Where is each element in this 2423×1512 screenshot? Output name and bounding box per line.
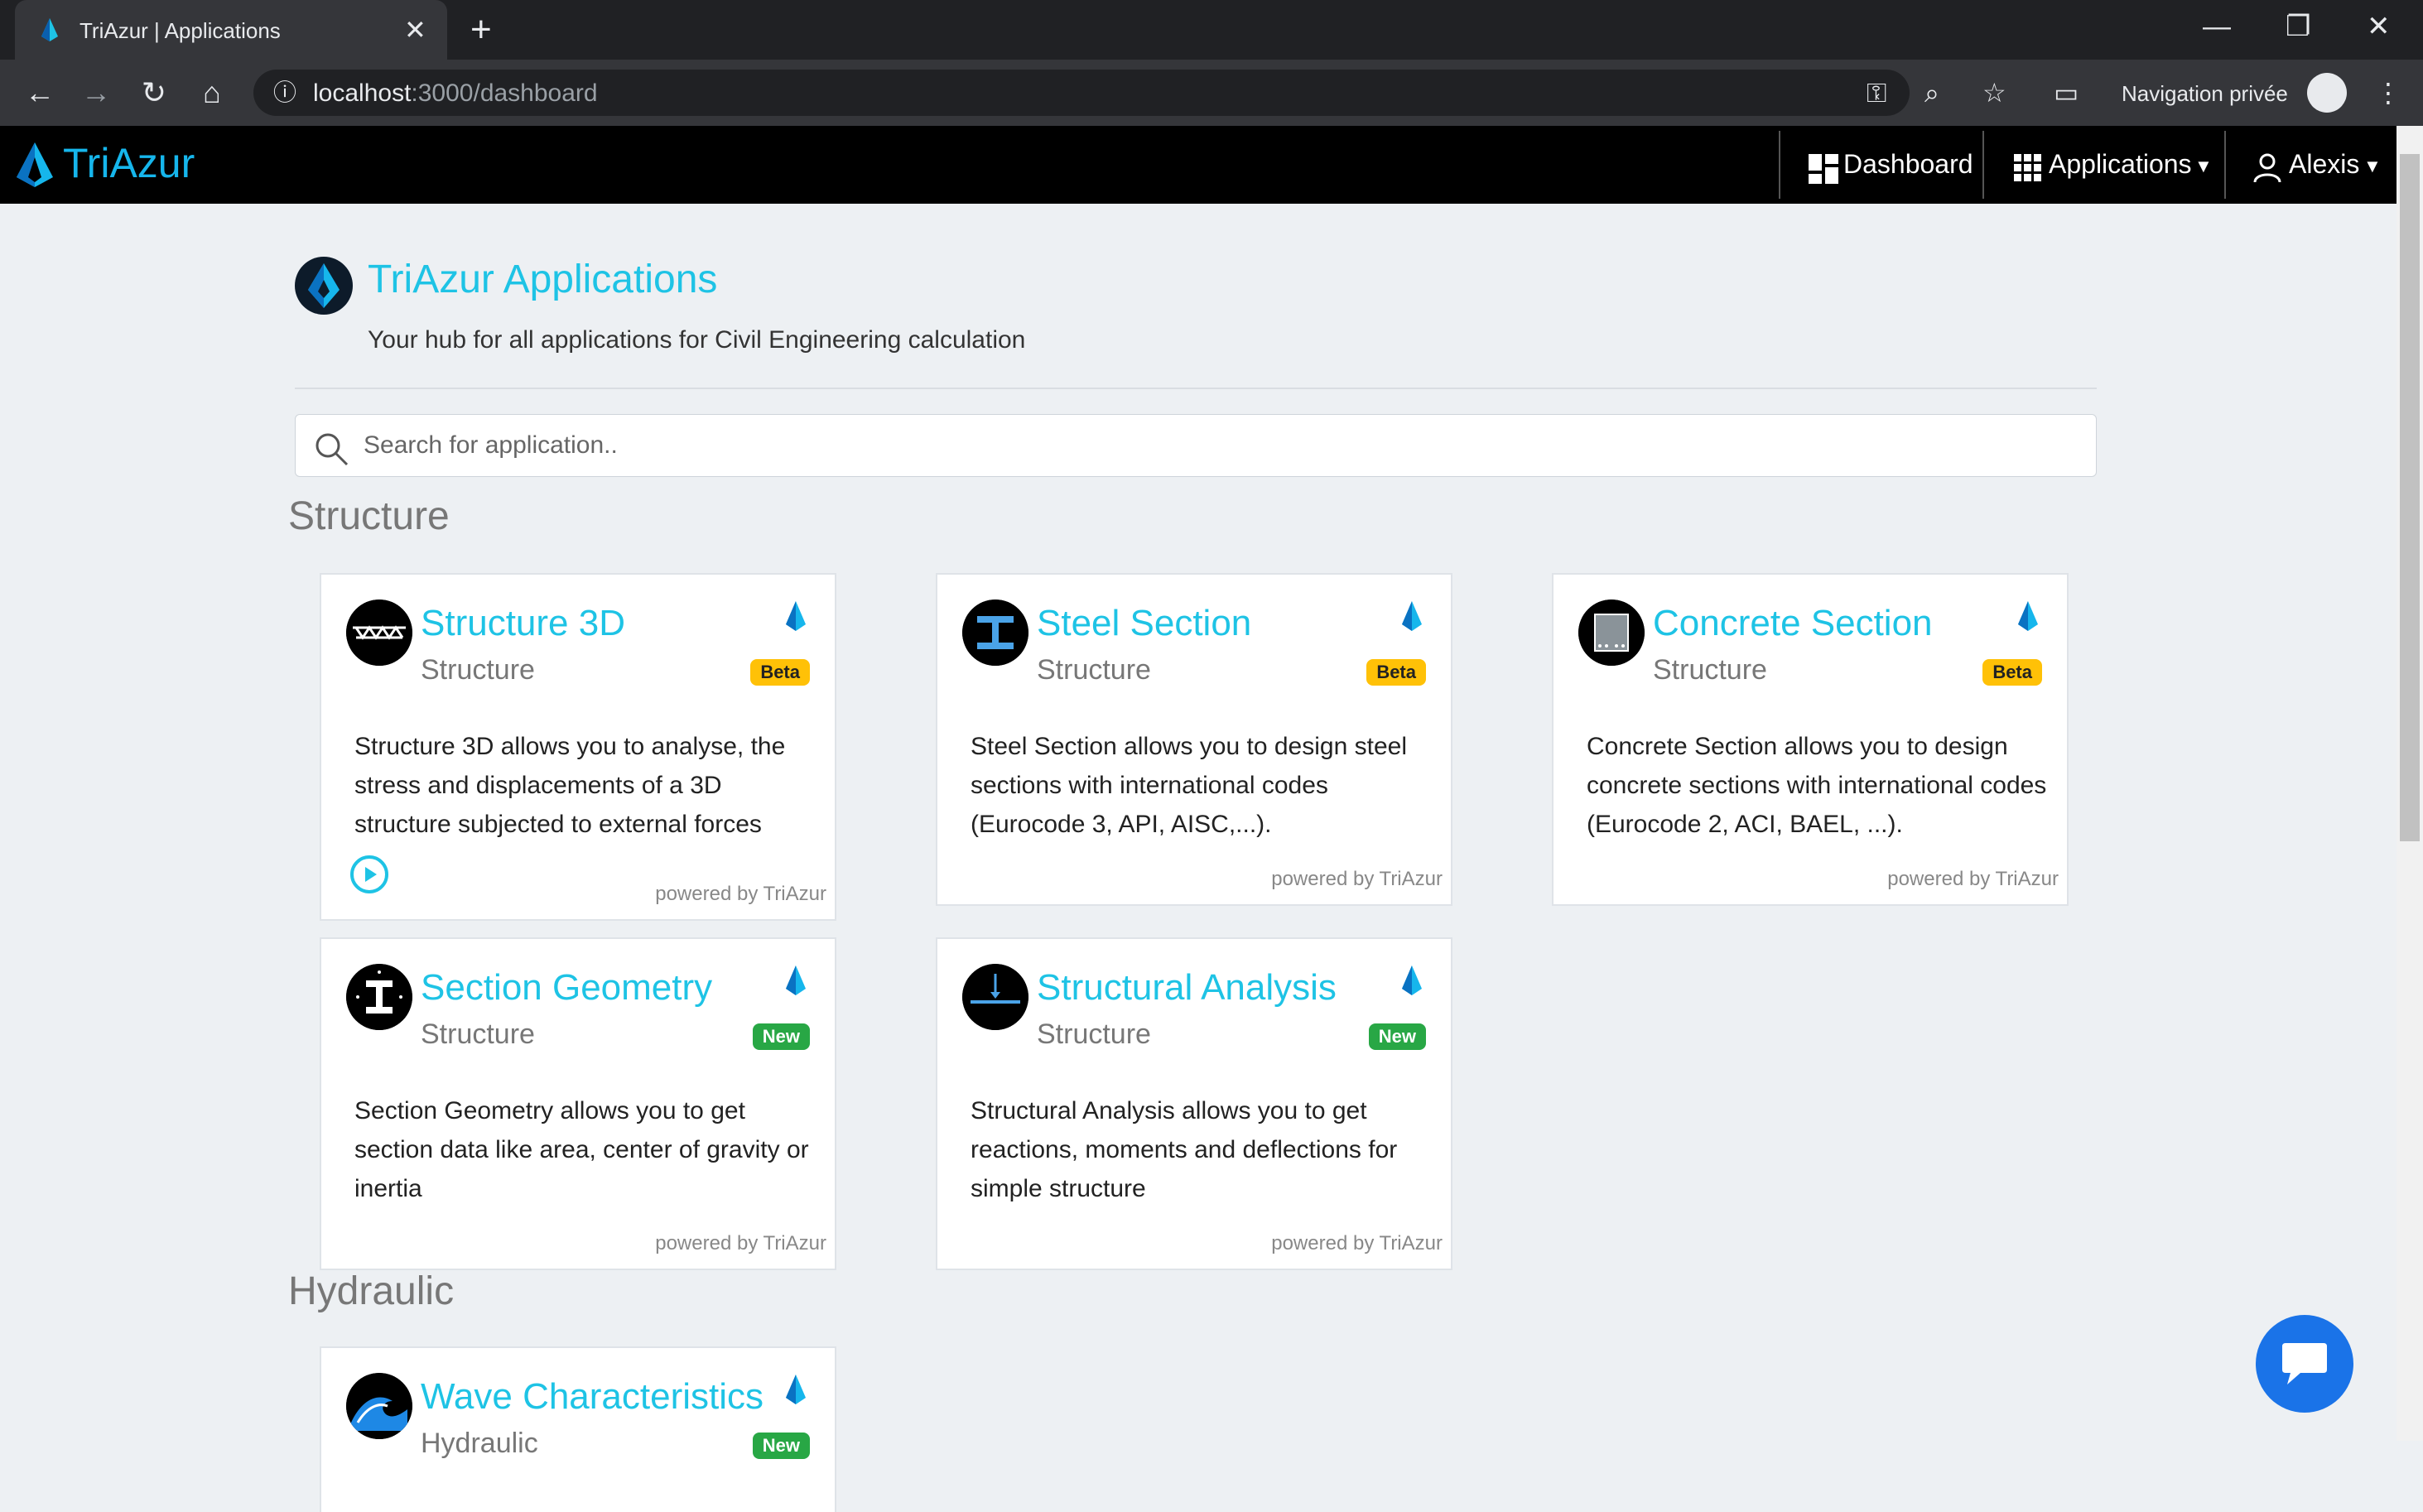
card-category: Structure — [421, 654, 535, 686]
steel-section-icon — [962, 600, 1028, 666]
status-badge: New — [752, 1433, 810, 1459]
apps-grid-icon — [2014, 154, 2041, 181]
section-title-structure: Structure — [288, 494, 450, 538]
menu-dots-icon[interactable]: ⋮ — [2375, 73, 2401, 113]
user-icon — [2253, 153, 2281, 183]
nav-divider — [1779, 131, 1780, 199]
brand-name[interactable]: TriAzur — [63, 139, 195, 187]
tab-title: TriAzur | Applications — [79, 18, 281, 43]
card-powered-by: powered by TriAzur — [655, 883, 826, 905]
incognito-label: Navigation privée — [2122, 81, 2288, 106]
page-title: TriAzur Applications — [368, 258, 718, 301]
card-category: Structure — [1037, 654, 1151, 686]
search-icon — [316, 433, 349, 466]
card-title[interactable]: Structural Analysis — [1037, 967, 1337, 1009]
card-description: Structure 3D allows you to analyse, the … — [354, 733, 786, 838]
card-category: Structure — [1037, 1018, 1151, 1050]
page-subtitle: Your hub for all applications for Civil … — [368, 326, 1026, 354]
reload-icon[interactable]: ↻ — [132, 71, 176, 114]
triazur-mark-icon — [786, 601, 806, 631]
card-title[interactable]: Section Geometry — [421, 967, 712, 1009]
bookmark-star-icon[interactable]: ☆ — [1982, 73, 2006, 113]
card-powered-by: powered by TriAzur — [1271, 1232, 1443, 1254]
card-powered-by: powered by TriAzur — [1887, 868, 2059, 890]
app-card-structural-analysis[interactable]: Structural Analysis Structure New Struct… — [936, 937, 1452, 1270]
card-title[interactable]: Wave Characteristics — [421, 1376, 764, 1418]
cast-icon[interactable]: ▭ — [2054, 73, 2079, 113]
card-title[interactable]: Structure 3D — [421, 603, 625, 644]
restore-icon[interactable]: ❐ — [2286, 8, 2310, 45]
close-window-icon[interactable]: ✕ — [2367, 8, 2391, 45]
back-icon[interactable]: ← — [18, 71, 61, 114]
section-title-hydraulic: Hydraulic — [288, 1269, 455, 1313]
structural-analysis-icon — [962, 964, 1028, 1030]
home-icon[interactable]: ⌂ — [190, 71, 234, 114]
triazur-mark-icon — [2018, 601, 2038, 631]
tab-favicon-icon — [41, 18, 58, 41]
concrete-section-icon — [1578, 600, 1645, 666]
card-title[interactable]: Steel Section — [1037, 603, 1251, 644]
brand-logo-icon — [17, 142, 53, 187]
chevron-down-icon: ▼ — [2363, 156, 2382, 176]
app-card-concrete-section[interactable]: Concrete Section Structure Beta Concrete… — [1552, 573, 2069, 906]
card-category: Structure — [1653, 654, 1767, 686]
chat-button[interactable] — [2256, 1315, 2353, 1413]
status-badge: Beta — [1366, 659, 1426, 686]
card-description: Structural Analysis allows you to get re… — [971, 1097, 1398, 1202]
header-logo-icon — [295, 257, 353, 315]
card-title[interactable]: Concrete Section — [1653, 603, 1933, 644]
card-description: Section Geometry allows you to get secti… — [354, 1097, 809, 1202]
status-badge: New — [1368, 1023, 1426, 1050]
url-text[interactable]: localhost:3000/dashboard — [313, 79, 598, 108]
new-tab-icon[interactable]: + — [470, 10, 492, 50]
zoom-icon[interactable]: ⌕ — [1924, 73, 1939, 113]
section-geometry-icon — [346, 964, 412, 1030]
tab-close-icon[interactable]: ✕ — [404, 13, 426, 46]
card-powered-by: powered by TriAzur — [655, 1232, 826, 1254]
incognito-icon[interactable] — [2307, 73, 2347, 113]
header-divider — [295, 388, 2097, 389]
card-description: Concrete Section allows you to design co… — [1587, 733, 2047, 838]
search-input[interactable] — [362, 415, 2088, 476]
app-card-wave-characteristics[interactable]: Wave Characteristics Hydraulic New — [320, 1346, 836, 1512]
search-box — [295, 414, 2097, 477]
play-icon[interactable] — [349, 855, 389, 894]
scrollbar-thumb[interactable] — [2400, 154, 2420, 841]
triazur-mark-icon — [786, 1375, 806, 1404]
card-powered-by: powered by TriAzur — [1271, 868, 1443, 890]
triazur-mark-icon — [1402, 601, 1422, 631]
nav-divider — [2224, 131, 2226, 199]
triazur-mark-icon — [786, 965, 806, 995]
card-category: Hydraulic — [421, 1428, 538, 1459]
wave-icon — [346, 1373, 412, 1439]
app-card-structure-3d[interactable]: Structure 3D Structure Beta Structure 3D… — [320, 573, 836, 921]
status-badge: Beta — [1982, 659, 2042, 686]
site-info-icon[interactable]: ⓘ — [263, 71, 306, 114]
chat-bubble-icon — [2282, 1343, 2327, 1384]
nav-divider — [1982, 131, 1984, 199]
triazur-mark-icon — [1402, 965, 1422, 995]
nav-user[interactable]: Alexis — [2289, 149, 2359, 180]
nav-applications[interactable]: Applications — [2049, 149, 2192, 180]
status-badge: Beta — [750, 659, 810, 686]
key-icon[interactable]: ⚿ — [1867, 73, 1886, 113]
forward-icon[interactable]: → — [75, 71, 118, 114]
minimize-icon[interactable]: — — [2203, 8, 2231, 45]
status-badge: New — [752, 1023, 810, 1050]
app-card-steel-section[interactable]: Steel Section Structure Beta Steel Secti… — [936, 573, 1452, 906]
card-category: Structure — [421, 1018, 535, 1050]
nav-dashboard[interactable]: Dashboard — [1843, 149, 1973, 180]
structure-3d-icon — [346, 600, 412, 666]
app-card-section-geometry[interactable]: Section Geometry Structure New Section G… — [320, 937, 836, 1270]
dashboard-icon — [1809, 154, 1838, 184]
chevron-down-icon: ▼ — [2194, 156, 2213, 176]
card-description: Steel Section allows you to design steel… — [971, 733, 1407, 838]
